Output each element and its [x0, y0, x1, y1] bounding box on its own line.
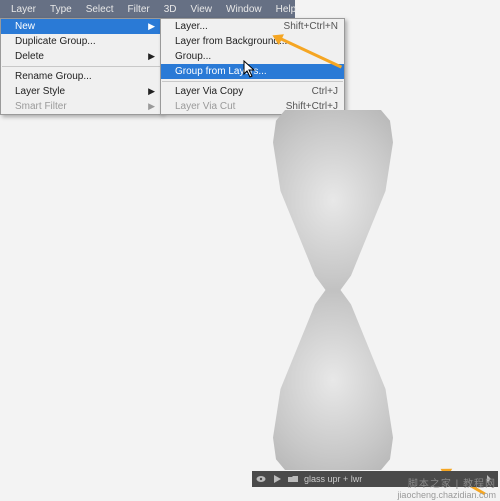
menu-item-duplicate-group[interactable]: Duplicate Group...	[1, 34, 161, 49]
menu-shortcut: Shift+Ctrl+N	[284, 21, 338, 32]
menu-item-layer-style[interactable]: Layer Style ▶	[1, 84, 161, 99]
menu-item-layer[interactable]: Layer... Shift+Ctrl+N	[161, 19, 344, 34]
submenu-arrow-icon: ▶	[147, 101, 155, 112]
menu-layer[interactable]: Layer	[4, 4, 43, 15]
menu-item-smart-filter: Smart Filter ▶	[1, 99, 161, 114]
menu-item-label: New	[15, 21, 147, 32]
submenu-arrow-icon: ▶	[147, 86, 155, 97]
menu-item-label: Layer Via Cut	[175, 101, 262, 112]
menu-item-layer-from-background[interactable]: Layer from Background...	[161, 34, 344, 49]
menu-help[interactable]: Help	[269, 4, 304, 15]
submenu-arrow-icon: ▶	[147, 51, 155, 62]
menu-separator	[162, 81, 343, 82]
menu-item-label: Layer Style	[15, 86, 147, 97]
eye-icon[interactable]	[256, 474, 266, 484]
submenu-arrow-icon: ▶	[147, 21, 155, 32]
menu-window[interactable]: Window	[219, 4, 269, 15]
menu-3d[interactable]: 3D	[157, 4, 184, 15]
folder-icon[interactable]	[288, 474, 298, 484]
menu-item-layer-via-copy[interactable]: Layer Via Copy Ctrl+J	[161, 84, 344, 99]
menubar: Layer Type Select Filter 3D View Window …	[0, 0, 295, 18]
cursor-icon	[243, 60, 257, 80]
watermark: 脚本之家 | 教程网 jiaocheng.chazidian.com	[397, 479, 496, 501]
layer-context-menu: New ▶ Duplicate Group... Delete ▶ Rename…	[0, 18, 162, 115]
hourglass-bottom	[258, 290, 408, 470]
menu-item-new[interactable]: New ▶	[1, 19, 161, 34]
watermark-line1: 脚本之家 | 教程网	[397, 479, 496, 490]
menu-item-label: Smart Filter	[15, 101, 147, 112]
menu-item-label: Duplicate Group...	[15, 36, 155, 47]
menu-item-delete[interactable]: Delete ▶	[1, 49, 161, 64]
menu-item-rename-group[interactable]: Rename Group...	[1, 69, 161, 84]
watermark-line2: jiaocheng.chazidian.com	[397, 490, 496, 501]
menu-item-label: Layer...	[175, 21, 260, 32]
menu-item-label: Rename Group...	[15, 71, 155, 82]
path-bar-text: glass upr + lwr	[304, 474, 362, 484]
menu-item-label: Layer Via Copy	[175, 86, 288, 97]
hourglass-top	[258, 110, 408, 290]
menu-item-label: Layer from Background...	[175, 36, 338, 47]
menu-item-label: Delete	[15, 51, 147, 62]
menu-view[interactable]: View	[184, 4, 220, 15]
menu-select[interactable]: Select	[79, 4, 121, 15]
play-icon[interactable]	[272, 474, 282, 484]
menu-shortcut: Ctrl+J	[312, 86, 338, 97]
menu-type[interactable]: Type	[43, 4, 79, 15]
menu-filter[interactable]: Filter	[121, 4, 157, 15]
menu-separator	[2, 66, 160, 67]
canvas-hourglass-shape	[258, 110, 408, 470]
